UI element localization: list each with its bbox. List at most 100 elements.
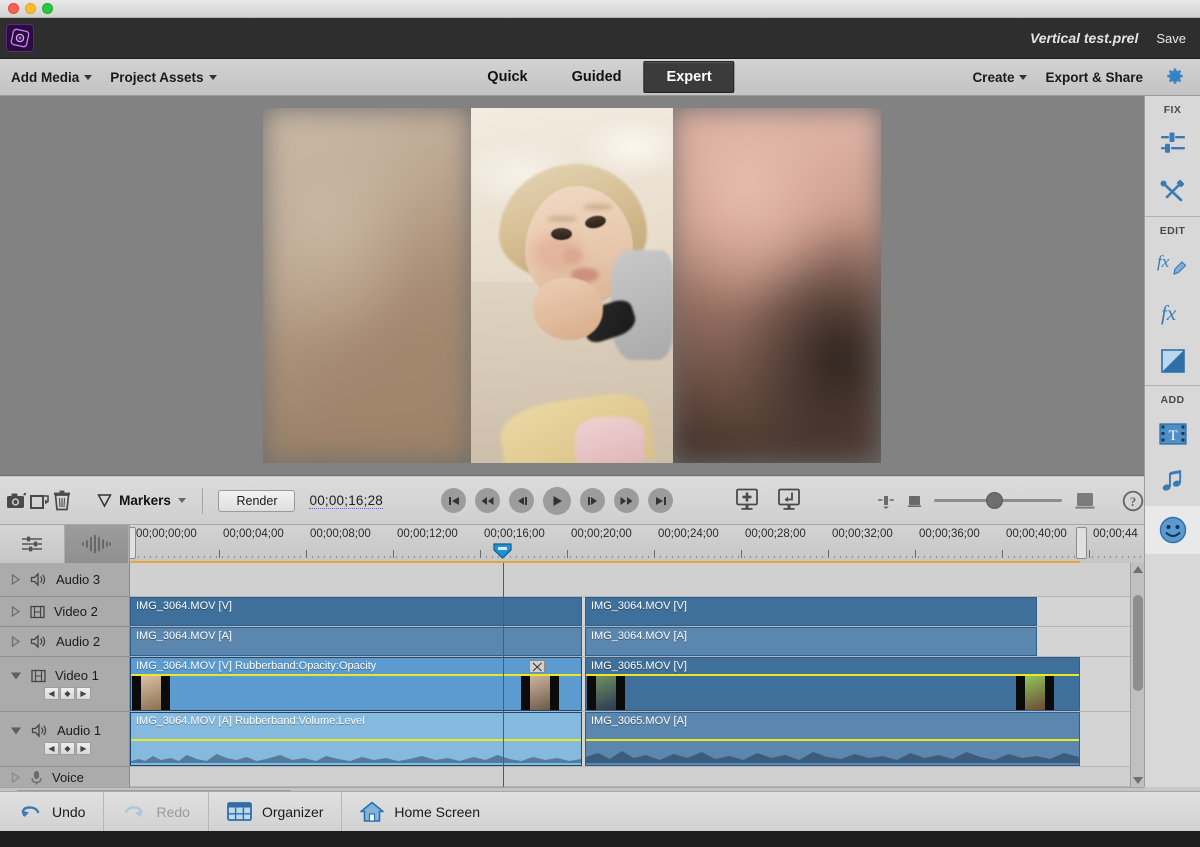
add-keyframe-button[interactable]: ◆ xyxy=(60,687,75,700)
collapse-triangle-icon[interactable] xyxy=(10,670,22,681)
rail-transitions-button[interactable] xyxy=(1145,337,1200,385)
rail-effects-edit-button[interactable]: fx xyxy=(1145,241,1200,289)
timeline-ruler[interactable]: 00;00;00;00 00;00;04;00 00;00;08;00 00;00;1… xyxy=(130,525,1144,563)
adjustments-icon xyxy=(1160,132,1185,153)
playhead-handle[interactable] xyxy=(493,543,512,559)
rubberband-volume-line[interactable] xyxy=(131,739,581,741)
track-header-audio2[interactable]: Audio 2 xyxy=(0,627,129,657)
clip-video1-b[interactable]: IMG_3065.MOV [V] xyxy=(585,657,1080,711)
rail-music-button[interactable] xyxy=(1145,458,1200,506)
clip-video2-b[interactable]: IMG_3064.MOV [V] xyxy=(585,597,1037,626)
mode-expert[interactable]: Expert xyxy=(643,61,735,93)
audio-speaker-icon[interactable] xyxy=(30,634,47,649)
video-frame xyxy=(263,108,881,463)
markers-menu[interactable]: Markers xyxy=(97,493,186,508)
go-to-start-button[interactable] xyxy=(441,488,467,513)
rail-tools-button[interactable] xyxy=(1145,168,1200,216)
audio-waveform-view-button[interactable] xyxy=(64,525,129,563)
rail-graphics-button[interactable] xyxy=(1144,506,1200,554)
window-close-button[interactable] xyxy=(8,3,19,14)
clip-audio1-b[interactable]: IMG_3065.MOV [A] xyxy=(585,712,1080,766)
clip-audio2-b[interactable]: IMG_3064.MOV [A] xyxy=(585,627,1037,656)
rubberband-opacity-line[interactable] xyxy=(131,674,581,676)
scroll-up-arrow-icon[interactable] xyxy=(1133,566,1143,574)
rail-adjustments-button[interactable] xyxy=(1145,120,1200,168)
menu-export-share[interactable]: Export & Share xyxy=(1036,59,1152,95)
freeze-frame-button[interactable] xyxy=(6,477,28,525)
gear-icon xyxy=(1167,68,1183,84)
audio-speaker-icon[interactable] xyxy=(31,723,48,738)
timeline-view-button[interactable] xyxy=(0,525,65,563)
settings-gear-button[interactable] xyxy=(1152,67,1198,87)
save-button[interactable]: Save xyxy=(1156,31,1200,46)
track-header-audio1[interactable]: Audio 1 ◀ ◆ ▶ xyxy=(0,712,129,767)
current-timecode[interactable]: 00;00;16;28 xyxy=(309,493,384,509)
expand-triangle-icon[interactable] xyxy=(10,606,21,617)
play-button[interactable] xyxy=(543,486,572,515)
step-back-fast-button[interactable] xyxy=(475,488,501,513)
undo-button[interactable]: Undo xyxy=(0,792,105,831)
track-header-video2[interactable]: Video 2 xyxy=(0,597,129,627)
previous-keyframe-button[interactable]: ◀ xyxy=(44,742,59,755)
zoom-slider-handle[interactable] xyxy=(986,492,1004,509)
clip-thumbnail xyxy=(587,676,625,710)
lane-audio1[interactable]: IMG_3064.MOV [A] Rubberband:Volume:Level… xyxy=(130,712,1130,767)
lane-video2[interactable]: IMG_3064.MOV [V] IMG_3064.MOV [V] xyxy=(130,597,1130,627)
expand-triangle-icon[interactable] xyxy=(10,636,21,647)
mode-guided[interactable]: Guided xyxy=(550,62,644,92)
zoom-slider[interactable] xyxy=(934,492,1063,509)
next-keyframe-button[interactable]: ▶ xyxy=(76,687,91,700)
mode-quick[interactable]: Quick xyxy=(465,62,549,92)
track-header-audio3[interactable]: Audio 3 xyxy=(0,563,129,597)
step-forward-button[interactable] xyxy=(580,488,606,513)
redo-button[interactable]: Redo xyxy=(104,792,209,831)
expand-triangle-icon[interactable] xyxy=(10,772,21,783)
track-header-voice[interactable]: Voice xyxy=(0,767,129,787)
lift-extract-button[interactable] xyxy=(777,488,801,513)
step-forward-fast-button[interactable] xyxy=(614,488,640,513)
lane-voice[interactable] xyxy=(130,767,1130,787)
video-track-icon[interactable] xyxy=(31,669,46,683)
delete-button[interactable] xyxy=(51,477,73,525)
rubberband-opacity-line[interactable] xyxy=(586,674,1079,676)
clip-audio1-a[interactable]: IMG_3064.MOV [A] Rubberband:Volume:Level xyxy=(130,712,582,766)
scroll-down-arrow-icon[interactable] xyxy=(1133,776,1143,784)
home-screen-button[interactable]: Home Screen xyxy=(342,792,498,831)
work-area-start-handle[interactable] xyxy=(130,527,136,559)
rail-effects-button[interactable]: fx xyxy=(1145,289,1200,337)
step-back-button[interactable] xyxy=(509,488,535,513)
organizer-button[interactable]: Organizer xyxy=(209,792,343,831)
clip-video2-a[interactable]: IMG_3064.MOV [V] xyxy=(130,597,582,626)
clip-fx-badge[interactable] xyxy=(529,660,545,673)
menu-create[interactable]: Create xyxy=(963,59,1036,95)
render-button[interactable]: Render xyxy=(218,489,296,512)
add-to-timeline-button[interactable] xyxy=(735,488,759,513)
vertical-scroll-thumb[interactable] xyxy=(1133,595,1143,691)
clip-video1-a[interactable]: IMG_3064.MOV [V] Rubberband:Opacity:Opac… xyxy=(130,657,582,711)
rail-titles-button[interactable]: T xyxy=(1145,410,1200,458)
clip-audio2-a[interactable]: IMG_3064.MOV [A] xyxy=(130,627,582,656)
menu-project-assets[interactable]: Project Assets xyxy=(101,59,225,95)
rubberband-volume-line[interactable] xyxy=(586,739,1079,741)
menu-add-media[interactable]: Add Media xyxy=(2,59,101,95)
collapse-triangle-icon[interactable] xyxy=(10,725,22,736)
track-header-video1[interactable]: Video 1 ◀ ◆ ▶ xyxy=(0,657,129,712)
expand-triangle-icon[interactable] xyxy=(10,574,21,585)
previous-keyframe-button[interactable]: ◀ xyxy=(44,687,59,700)
lane-audio3[interactable] xyxy=(130,563,1130,597)
video-track-icon[interactable] xyxy=(30,605,45,619)
lane-audio2[interactable]: IMG_3064.MOV [A] IMG_3064.MOV [A] xyxy=(130,627,1130,657)
go-to-end-button[interactable] xyxy=(648,488,674,513)
audio-speaker-icon[interactable] xyxy=(30,572,47,587)
split-clip-button[interactable] xyxy=(28,477,50,525)
window-zoom-button[interactable] xyxy=(42,3,53,14)
add-keyframe-button[interactable]: ◆ xyxy=(60,742,75,755)
timeline-vertical-scrollbar[interactable] xyxy=(1130,563,1144,787)
microphone-icon[interactable] xyxy=(30,770,43,785)
window-minimize-button[interactable] xyxy=(25,3,36,14)
lane-video1[interactable]: IMG_3064.MOV [V] Rubberband:Opacity:Opac… xyxy=(130,657,1130,712)
program-monitor[interactable] xyxy=(0,96,1144,476)
next-keyframe-button[interactable]: ▶ xyxy=(76,742,91,755)
tools-icon xyxy=(1160,179,1184,202)
work-area-end-handle[interactable] xyxy=(1076,527,1087,559)
